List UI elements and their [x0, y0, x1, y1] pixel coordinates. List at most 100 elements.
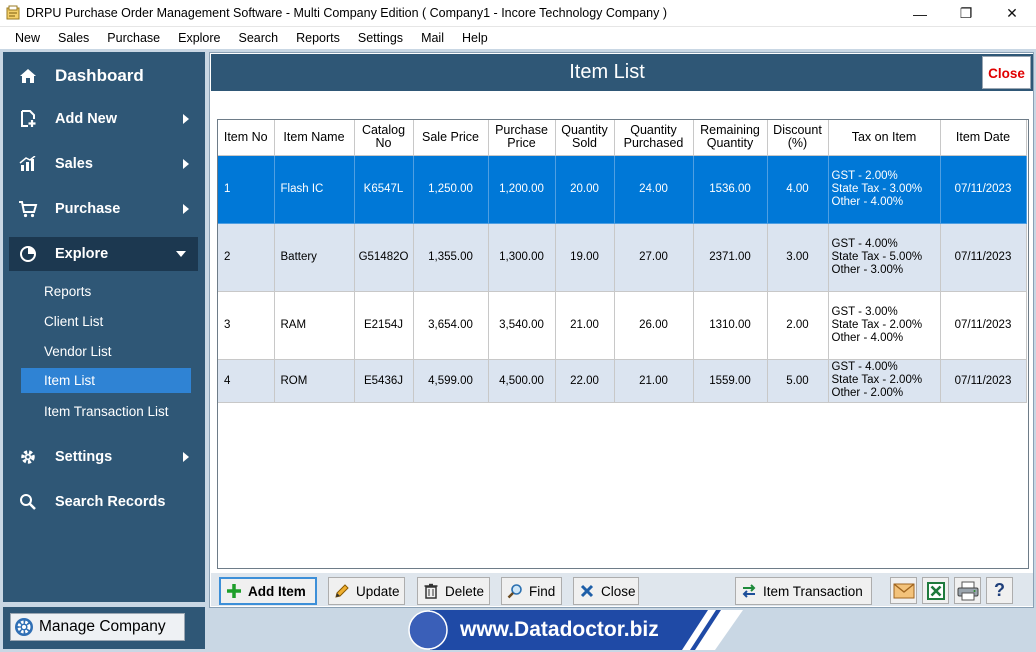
menu-purchase[interactable]: Purchase: [98, 27, 169, 49]
restore-button[interactable]: ❐: [943, 0, 989, 27]
cell-remaining-quantity: 1536.00: [693, 155, 768, 224]
col-header-tax-on-item[interactable]: Tax on Item: [828, 120, 941, 156]
cart-icon: [18, 199, 38, 219]
cell-item-date: 07/11/2023: [940, 291, 1027, 360]
cell-catalog-no: G51482O: [354, 223, 414, 292]
col-header-sale-price[interactable]: Sale Price: [413, 120, 489, 156]
item-table: Item No Item Name Catalog No Sale Price …: [217, 119, 1029, 569]
chevron-right-icon: [183, 204, 189, 214]
nav-search-records[interactable]: Search Records: [3, 484, 205, 520]
col-header-purchase-price[interactable]: Purchase Price: [488, 120, 556, 156]
cell-quantity-purchased: 21.00: [614, 359, 694, 403]
update-button[interactable]: Update: [328, 577, 405, 605]
close-window-button[interactable]: ✕: [989, 0, 1035, 27]
col-header-quantity-purchased[interactable]: Quantity Purchased: [614, 120, 694, 156]
website-link[interactable]: www.Datadoctor.biz: [460, 618, 659, 642]
nav-settings[interactable]: Settings: [3, 439, 205, 475]
cell-sale-price: 4,599.00: [413, 359, 489, 403]
cell-purchase-price: 1,200.00: [488, 155, 556, 224]
nav-explore[interactable]: Explore: [9, 237, 198, 271]
menu-mail[interactable]: Mail: [412, 27, 453, 49]
col-header-item-name[interactable]: Item Name: [274, 120, 355, 156]
cell-item-name: Battery: [274, 223, 355, 292]
cell-remaining-quantity: 1310.00: [693, 291, 768, 360]
col-header-catalog-no[interactable]: Catalog No: [354, 120, 414, 156]
help-button[interactable]: ?: [986, 577, 1013, 604]
sidebar-item-vendor-list[interactable]: Vendor List: [21, 339, 191, 364]
close-label: Close: [601, 583, 636, 599]
bar-chart-icon: [18, 154, 38, 174]
cell-purchase-price: 1,300.00: [488, 223, 556, 292]
table-row[interactable]: 2 Battery G51482O 1,355.00 1,300.00 19.0…: [218, 223, 1027, 292]
manage-company-button[interactable]: Manage Company: [10, 613, 185, 641]
nav-purchase[interactable]: Purchase: [3, 191, 205, 227]
table-row[interactable]: 1 Flash IC K6547L 1,250.00 1,200.00 20.0…: [218, 155, 1027, 224]
search-icon: [18, 492, 38, 512]
delete-label: Delete: [445, 583, 485, 599]
cell-sale-price: 1,250.00: [413, 155, 489, 224]
cell-item-name: RAM: [274, 291, 355, 360]
printer-icon: [957, 581, 978, 600]
menu-reports[interactable]: Reports: [287, 27, 349, 49]
tax-line: GST - 4.00%: [831, 361, 898, 373]
tax-line: Other - 4.00%: [831, 195, 904, 208]
cell-item-date: 07/11/2023: [940, 223, 1027, 292]
col-header-discount[interactable]: Discount (%): [767, 120, 829, 156]
cell-catalog-no: E2154J: [354, 291, 414, 360]
cell-sale-price: 1,355.00: [413, 223, 489, 292]
page-title: Item List: [569, 61, 645, 83]
close-button[interactable]: Close: [573, 577, 639, 605]
menu-settings[interactable]: Settings: [349, 27, 412, 49]
table-row[interactable]: 3 RAM E2154J 3,654.00 3,540.00 21.00 26.…: [218, 291, 1027, 360]
add-item-button[interactable]: Add Item: [219, 577, 317, 605]
col-header-quantity-sold[interactable]: Quantity Sold: [555, 120, 615, 156]
email-button[interactable]: [890, 577, 917, 604]
chevron-down-icon: [176, 251, 186, 257]
cell-purchase-price: 3,540.00: [488, 291, 556, 360]
minimize-button[interactable]: —: [897, 0, 943, 27]
nav-purchase-label: Purchase: [55, 201, 121, 217]
item-transaction-button[interactable]: Item Transaction: [735, 577, 872, 605]
cell-item-name: Flash IC: [274, 155, 355, 224]
cell-remaining-quantity: 2371.00: [693, 223, 768, 292]
menu-explore[interactable]: Explore: [169, 27, 229, 49]
cell-item-name: ROM: [274, 359, 355, 403]
cell-item-no: 3: [218, 291, 275, 360]
sidebar-item-item-transaction-list[interactable]: Item Transaction List: [21, 399, 191, 424]
nav-add-new[interactable]: Add New: [3, 101, 205, 137]
cell-purchase-price: 4,500.00: [488, 359, 556, 403]
menu-sales[interactable]: Sales: [49, 27, 98, 49]
sidebar-item-client-list[interactable]: Client List: [21, 309, 191, 334]
col-header-remaining-quantity[interactable]: Remaining Quantity: [693, 120, 768, 156]
print-button[interactable]: [954, 577, 981, 604]
cell-item-no: 2: [218, 223, 275, 292]
explore-icon: [18, 244, 38, 264]
cell-item-no: 1: [218, 155, 275, 224]
cell-item-date: 07/11/2023: [940, 155, 1027, 224]
tax-line: State Tax - 2.00%: [831, 374, 923, 386]
cell-catalog-no: K6547L: [354, 155, 414, 224]
delete-button[interactable]: Delete: [417, 577, 490, 605]
menu-new[interactable]: New: [6, 27, 49, 49]
excel-export-button[interactable]: [922, 577, 949, 604]
sidebar-item-reports[interactable]: Reports: [21, 279, 191, 304]
nav-sales[interactable]: Sales: [3, 146, 205, 182]
find-button[interactable]: Find: [501, 577, 562, 605]
close-panel-button[interactable]: Close: [982, 56, 1031, 89]
table-header-row: Item No Item Name Catalog No Sale Price …: [218, 120, 1027, 156]
find-label: Find: [529, 583, 556, 599]
menu-search[interactable]: Search: [230, 27, 288, 49]
tax-line: Other - 4.00%: [831, 331, 904, 344]
table-row[interactable]: 4 ROM E5436J 4,599.00 4,500.00 22.00 21.…: [218, 359, 1027, 403]
col-header-item-no[interactable]: Item No: [218, 120, 275, 156]
excel-icon: [926, 581, 945, 600]
plus-icon: [225, 582, 243, 600]
nav-dashboard[interactable]: Dashboard: [3, 58, 205, 94]
cell-quantity-purchased: 24.00: [614, 155, 694, 224]
sidebar-item-item-list[interactable]: Item List: [21, 368, 191, 393]
col-header-item-date[interactable]: Item Date: [940, 120, 1027, 156]
update-label: Update: [356, 583, 400, 599]
trash-icon: [422, 582, 440, 600]
menu-help[interactable]: Help: [453, 27, 497, 49]
tax-line: State Tax - 3.00%: [831, 182, 923, 195]
